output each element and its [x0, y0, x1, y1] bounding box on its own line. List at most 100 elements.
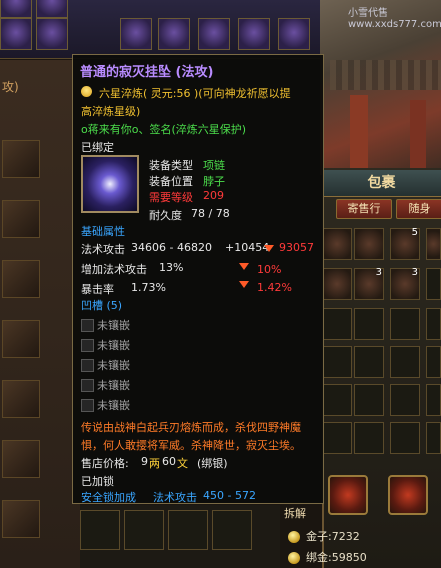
sockets-header: 凹槽 (5) — [81, 299, 123, 312]
pendant-icon — [81, 155, 139, 213]
skill-slot-icon[interactable] — [158, 18, 190, 50]
socket-label: 未镶嵌 — [97, 399, 130, 412]
left-item-slot[interactable] — [2, 380, 40, 418]
pos-label: 装备位置 — [149, 175, 193, 188]
pos-value: 脖子 — [203, 175, 225, 188]
smile-icon — [81, 86, 92, 97]
dismantle-label[interactable]: 拆解 — [284, 505, 306, 521]
bag-slot[interactable] — [354, 384, 384, 416]
bag-slot[interactable] — [354, 228, 384, 260]
bag-slot[interactable] — [426, 308, 441, 340]
portable-button[interactable]: 随身 — [396, 199, 441, 219]
left-item-slot[interactable] — [2, 440, 40, 478]
bag-slot[interactable] — [426, 268, 441, 300]
empty-socket-icon — [81, 339, 94, 352]
left-item-slot[interactable] — [2, 260, 40, 298]
down-arrow-icon — [264, 245, 274, 252]
dismantle-slot[interactable] — [388, 475, 428, 515]
bag-slot[interactable] — [354, 346, 384, 378]
left-item-slot[interactable] — [2, 200, 40, 238]
bound-gold-row: 绑金:59850 — [288, 549, 367, 567]
skill-slot-icon[interactable] — [198, 18, 230, 50]
bag-slot[interactable] — [168, 510, 208, 550]
magic-attack-total: 93057 — [279, 241, 314, 254]
left-panel-text: 攻) — [2, 80, 19, 94]
lore-line-1: 传说由战神白起兵刃熔炼而成，杀伐四野神魔 — [81, 421, 301, 434]
bag-slot[interactable] — [426, 422, 441, 454]
bag-slot[interactable] — [322, 384, 352, 416]
lock-bonus-label: 安全锁加成 — [81, 491, 136, 504]
left-panel — [0, 60, 80, 568]
bound-gold-value: 59850 — [331, 551, 367, 564]
bag-slot[interactable] — [322, 308, 352, 340]
durability-value: 78 / 78 — [191, 207, 230, 220]
price-gold: 9 — [141, 455, 148, 468]
lock-bonus-value: 450 - 572 — [203, 489, 256, 502]
price-label: 售店价格: — [81, 457, 129, 470]
level-label: 需要等级 — [149, 191, 193, 204]
skill-slot-icon[interactable] — [238, 18, 270, 50]
slot-count: 3 — [411, 267, 418, 278]
watermark: 小雪代售www.xxds777.com — [348, 8, 441, 30]
bag-slot[interactable]: 3 — [354, 267, 384, 300]
base-attr-header: 基础属性 — [81, 225, 125, 238]
socket-label: 未镶嵌 — [97, 379, 130, 392]
gold-coin-icon — [288, 531, 300, 543]
down-arrow-icon — [239, 263, 249, 270]
socket-label: 未镶嵌 — [97, 319, 130, 332]
consign-button[interactable]: 寄售行 — [336, 199, 392, 219]
gold-label: 金子: — [306, 530, 332, 543]
empty-socket-icon — [81, 379, 94, 392]
left-item-slot[interactable] — [2, 140, 40, 178]
slot-count: 3 — [375, 267, 382, 278]
crit-value: 1.73% — [131, 281, 166, 294]
type-label: 装备类型 — [149, 159, 193, 172]
durability-label: 耐久度 — [149, 209, 182, 222]
magic-attack-bonus: +10454 — [225, 241, 270, 254]
bag-slot[interactable] — [322, 346, 352, 378]
empty-socket-icon — [81, 399, 94, 412]
skill-slot-icon[interactable] — [120, 18, 152, 50]
skill-slot-icon[interactable] — [36, 18, 68, 50]
empty-socket-icon — [81, 359, 94, 372]
price-note: (绑银) — [197, 457, 228, 470]
bag-slot[interactable] — [354, 308, 384, 340]
bag-slot[interactable] — [426, 346, 441, 378]
crit-bonus: 1.42% — [257, 281, 292, 294]
bag-slot[interactable] — [390, 422, 420, 454]
bound-status: 已绑定 — [81, 141, 114, 154]
refine-line-2: 高淬炼星级) — [81, 105, 141, 118]
bag-slot[interactable] — [80, 510, 120, 550]
price-coin: 60 — [162, 455, 176, 468]
temple-pillar — [410, 100, 426, 175]
skill-slot-icon[interactable] — [0, 18, 32, 50]
bag-slot[interactable] — [354, 422, 384, 454]
bag-slot[interactable] — [390, 346, 420, 378]
skill-slot-icon[interactable] — [0, 0, 32, 18]
bag-slot[interactable]: 5 — [390, 227, 420, 260]
skill-slot-icon[interactable] — [36, 0, 68, 18]
magic-attack-label: 法术攻击 — [81, 243, 125, 256]
bag-title: 包裹 — [322, 170, 441, 197]
bag-slot[interactable] — [390, 384, 420, 416]
bag-slot[interactable] — [322, 228, 352, 260]
gold-row: 金子:7232 — [288, 528, 360, 546]
skill-slot-icon[interactable] — [278, 18, 310, 50]
bag-slot[interactable] — [322, 268, 352, 300]
bag-slot[interactable] — [426, 384, 441, 416]
extra-magic-value: 13% — [159, 261, 184, 274]
extra-magic-bonus: 10% — [257, 263, 282, 276]
left-item-slot[interactable] — [2, 320, 40, 358]
left-item-slot[interactable] — [2, 500, 40, 538]
bag-slot[interactable] — [426, 228, 441, 260]
bag-slot[interactable] — [390, 308, 420, 340]
dismantle-slot[interactable] — [328, 475, 368, 515]
bag-slot[interactable]: 3 — [390, 267, 420, 300]
bag-slot[interactable] — [212, 510, 252, 550]
bag-slot[interactable] — [322, 422, 352, 454]
bag-slot[interactable] — [124, 510, 164, 550]
bound-gold-label: 绑金: — [306, 551, 332, 564]
magic-attack-value: 34606 - 46820 — [131, 241, 212, 254]
price-coin-unit: 文 — [177, 457, 188, 470]
level-value: 209 — [203, 189, 224, 202]
